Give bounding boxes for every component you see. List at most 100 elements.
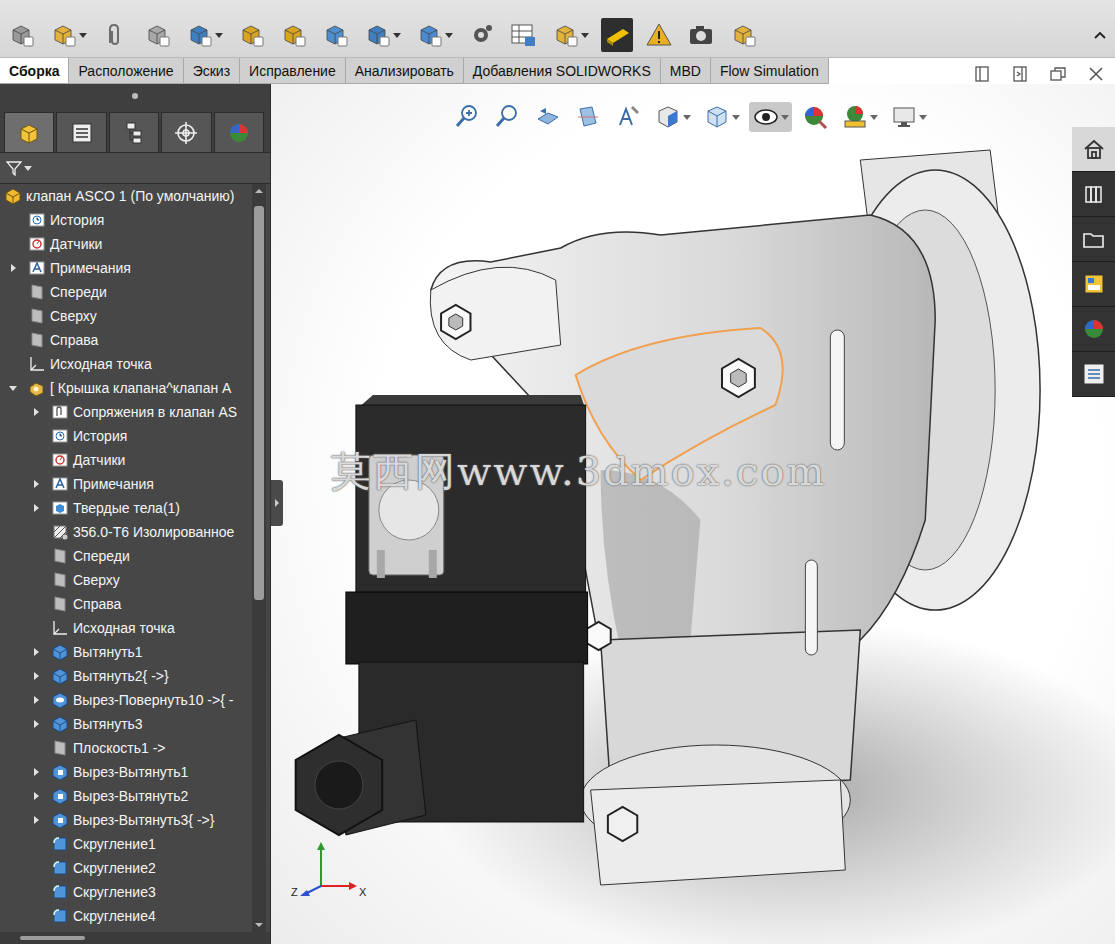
task-pane-button[interactable]	[1072, 262, 1115, 307]
tree-expander[interactable]	[27, 479, 51, 489]
dropdown-arrow-icon[interactable]	[445, 31, 453, 39]
tree-item[interactable]: Справа	[0, 328, 252, 352]
tree-item[interactable]: Вырез-Вытянуть3{ ->}	[0, 808, 252, 832]
tree-item[interactable]: Вырез-Вытянуть2	[0, 784, 252, 808]
dropdown-arrow-icon[interactable]	[215, 31, 223, 39]
view-button[interactable]	[887, 102, 930, 132]
dropdown-arrow-icon[interactable]	[581, 31, 589, 39]
ribbon-tab[interactable]: Анализировать	[346, 58, 464, 83]
dock-right-icon[interactable]	[1011, 65, 1029, 83]
toolbar-button[interactable]	[319, 18, 351, 52]
task-pane-button[interactable]	[1072, 217, 1115, 262]
view-button[interactable]	[838, 102, 881, 132]
scroll-down-icon[interactable]	[252, 918, 266, 932]
dock-left-icon[interactable]	[973, 65, 991, 83]
task-pane-button[interactable]	[1072, 127, 1115, 172]
panel-tab[interactable]	[4, 112, 54, 152]
toolbar-button[interactable]	[727, 18, 759, 52]
grip-dot-icon[interactable]	[131, 92, 139, 100]
panel-tab[interactable]	[109, 112, 159, 152]
tree-item[interactable]: [ Крышка клапана^клапан А	[0, 376, 252, 400]
ribbon-tab[interactable]: MBD	[661, 58, 711, 83]
tree-expander[interactable]	[27, 671, 51, 681]
ribbon-tab[interactable]: Добавления SOLIDWORKS	[464, 58, 661, 83]
tree-item[interactable]: клапан ASCO 1 (По умолчанию)	[0, 184, 252, 208]
view-button[interactable]	[491, 102, 525, 132]
tree-item[interactable]: Датчики	[0, 232, 252, 256]
dropdown-arrow-icon[interactable]	[683, 113, 691, 121]
dropdown-arrow-icon[interactable]	[919, 113, 927, 121]
view-button[interactable]	[749, 102, 792, 132]
toolbar-button[interactable]	[465, 18, 497, 52]
toolbar-button[interactable]	[643, 18, 675, 52]
view-button[interactable]	[651, 102, 694, 132]
ribbon-tab[interactable]: Flow Simulation	[711, 58, 829, 83]
tree-item[interactable]: Примечания	[0, 256, 252, 280]
collapsed-arrow-icon[interactable]	[31, 479, 41, 489]
tree-item[interactable]: Вырез-Вытянуть1	[0, 760, 252, 784]
splitter-arrow-icon[interactable]	[274, 498, 280, 508]
toolbar-button[interactable]	[549, 18, 591, 52]
tree-item[interactable]: Спереди	[0, 544, 252, 568]
scroll-track[interactable]	[252, 198, 266, 918]
collapsed-arrow-icon[interactable]	[8, 263, 18, 273]
view-button[interactable]	[571, 102, 605, 132]
expanded-arrow-icon[interactable]	[8, 383, 18, 393]
tree-expander[interactable]	[27, 695, 51, 705]
toolbar-button[interactable]	[99, 18, 131, 52]
tree-item[interactable]: Вытянуть2{ ->}	[0, 664, 252, 688]
ribbon-tab[interactable]: Расположение	[69, 58, 183, 83]
tree-expander[interactable]	[27, 719, 51, 729]
tree-item[interactable]: Скругление3	[0, 880, 252, 904]
tree-item[interactable]: Скругление4	[0, 904, 252, 928]
tree-expander[interactable]	[27, 791, 51, 801]
toolbar-button[interactable]	[183, 18, 225, 52]
tree-item[interactable]: Сопряжения в клапан AS	[0, 400, 252, 424]
tree-item[interactable]: Сверху	[0, 568, 252, 592]
toolbar-button[interactable]	[235, 18, 267, 52]
toolbar-button[interactable]	[601, 18, 633, 52]
tree-item[interactable]: Скругление1	[0, 832, 252, 856]
panel-splitter[interactable]	[271, 480, 283, 526]
toolbar-button[interactable]	[361, 18, 403, 52]
tree-expander[interactable]	[27, 503, 51, 513]
toolbar-button[interactable]	[685, 18, 717, 52]
panel-tab[interactable]	[161, 112, 211, 152]
dropdown-arrow-icon[interactable]	[24, 164, 32, 172]
tree-item[interactable]: Твердые тела(1)	[0, 496, 252, 520]
close-icon[interactable]	[1087, 65, 1105, 83]
tree-scrollbar[interactable]	[252, 184, 266, 932]
scroll-up-icon[interactable]	[252, 184, 266, 198]
tree-item[interactable]: Исходная точка	[0, 352, 252, 376]
collapsed-arrow-icon[interactable]	[31, 647, 41, 657]
tree-item[interactable]: Вырез-Повернуть10 ->{ -	[0, 688, 252, 712]
toolbar-button[interactable]	[47, 18, 89, 52]
view-button[interactable]	[531, 102, 565, 132]
collapsed-arrow-icon[interactable]	[31, 503, 41, 513]
panel-tab[interactable]	[56, 112, 106, 152]
tree-expander[interactable]	[27, 815, 51, 825]
view-button[interactable]	[700, 102, 743, 132]
tree-expander[interactable]	[27, 767, 51, 777]
toolbar-button[interactable]	[141, 18, 173, 52]
tree-item[interactable]: Вытянуть1	[0, 640, 252, 664]
task-pane-button[interactable]	[1072, 307, 1115, 352]
collapsed-arrow-icon[interactable]	[31, 767, 41, 777]
tree-expander[interactable]	[4, 383, 28, 393]
dropdown-arrow-icon[interactable]	[732, 113, 740, 121]
tree-expander[interactable]	[27, 407, 51, 417]
tree-item[interactable]: Спереди	[0, 280, 252, 304]
toolbar-button[interactable]	[5, 18, 37, 52]
collapsed-arrow-icon[interactable]	[31, 719, 41, 729]
filter-icon[interactable]	[6, 160, 22, 176]
collapsed-arrow-icon[interactable]	[31, 791, 41, 801]
tree-item[interactable]: 356.0-T6 Изолированное	[0, 520, 252, 544]
toolbar-button[interactable]	[413, 18, 455, 52]
view-button[interactable]	[798, 102, 832, 132]
toolbar-button[interactable]	[277, 18, 309, 52]
tree-item[interactable]: Вытянуть3	[0, 712, 252, 736]
panel-tab[interactable]	[214, 112, 264, 152]
tree-expander[interactable]	[27, 647, 51, 657]
graphics-viewport[interactable]: 莫西网www.3dmox.comZX	[271, 84, 1115, 944]
tree-item[interactable]: Сверху	[0, 304, 252, 328]
